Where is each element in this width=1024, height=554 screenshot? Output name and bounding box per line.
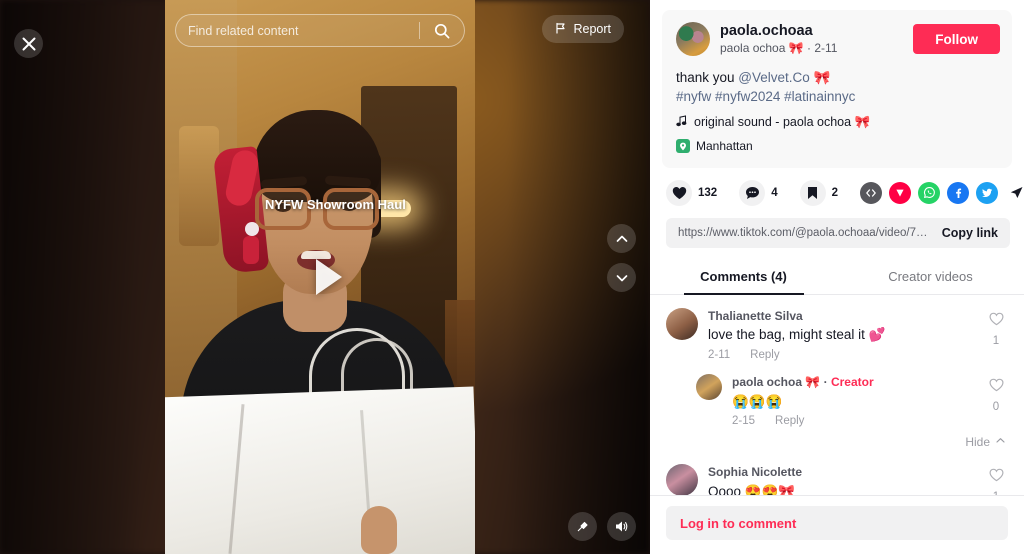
comment-like[interactable]: 0 [982,374,1010,427]
bookmark-stat[interactable]: 2 [799,179,838,206]
clear-display-icon[interactable] [568,512,597,541]
embed-icon[interactable] [860,181,882,204]
play-button[interactable] [297,249,353,305]
comment-reply-item: paola ochoa 🎀 · Creator 😭😭😭 2-15 Reply 0 [696,361,1010,427]
login-bar: Log in to comment [650,495,1024,554]
video-info-panel: paola.ochoaa paola ochoa 🎀 · 2-11 Follow… [650,0,1024,554]
next-video-button[interactable] [607,263,636,292]
tab-creator-videos[interactable]: Creator videos [837,260,1024,294]
related-search-bar[interactable] [175,14,465,47]
caption-emoji: 🎀 [809,69,831,85]
video-url-input[interactable] [678,226,932,239]
caption-hashtag-1[interactable]: #nyfw [676,89,711,104]
comment-count: 4 [771,186,778,199]
copy-link-button[interactable]: Copy link [942,226,998,240]
like-stat[interactable]: 132 [666,179,718,206]
music-row[interactable]: original sound - paola ochoa 🎀 [676,115,1000,130]
comment-like-count: 1 [993,491,999,495]
search-icon[interactable] [420,23,464,39]
comment-text: Oooo 😍😍🎀 [708,484,796,495]
author-nickname-date: paola ochoa 🎀 · 2-11 [720,41,838,56]
report-label: Report [573,22,611,36]
hide-replies-button[interactable]: Hide [666,427,1010,451]
engagement-bar: 132 4 2 [650,168,1024,206]
login-to-comment-button[interactable]: Log in to comment [666,506,1008,540]
caption-mention[interactable]: @Velvet.Co [738,70,810,85]
comment-like-count: 0 [992,400,1000,413]
comment-text: love the bag, might steal it 💕 [708,327,886,343]
search-input[interactable] [176,23,419,38]
bookmark-count: 2 [831,186,838,199]
author-meta: paola.ochoaa paola ochoa 🎀 · 2-11 [720,22,913,57]
comment-body: Sophia Nicolette Oooo 😍😍🎀 2-11 Reply [708,464,982,495]
reply-author: paola ochoa 🎀 [732,374,821,389]
facebook-icon[interactable] [947,181,969,204]
tiktok-video-modal: NYFW Showroom Haul Report [0,0,1024,554]
comment-like[interactable]: 1 [982,308,1010,361]
report-button[interactable]: Report [542,15,624,43]
previous-video-button[interactable] [607,224,636,253]
location-row[interactable]: Manhattan [676,139,753,154]
comment-meta: 2-15 Reply [732,415,982,427]
commenter-avatar[interactable] [696,373,722,400]
comment-reply-button[interactable]: Reply [750,349,779,361]
comment-like-count: 1 [992,334,1000,347]
heart-outline-icon[interactable] [988,378,1004,397]
share-icons [860,181,1024,204]
bookmark-icon[interactable] [799,179,826,206]
share-link-row: Copy link [666,217,1010,248]
comment-item: Thalianette Silva love the bag, might st… [666,295,1010,361]
volume-on-icon[interactable] [607,512,636,541]
location-pin-icon [676,139,690,154]
commenter-avatar[interactable] [666,307,698,340]
comment-item: Sophia Nicolette Oooo 😍😍🎀 2-11 Reply 1 [666,451,1010,495]
music-title: original sound - paola ochoa 🎀 [694,115,871,130]
heart-icon[interactable] [666,179,692,206]
video-caption-overlay: NYFW Showroom Haul [265,197,406,212]
commenter-avatar[interactable] [666,464,698,495]
hide-label: Hide [965,435,990,450]
author-card: paola.ochoaa paola ochoa 🎀 · 2-11 Follow… [662,10,1012,168]
panel-tabs: Comments (4) Creator videos [650,260,1024,295]
commenter-name[interactable]: Thalianette Silva [708,308,982,325]
share-arrow-icon[interactable] [1005,182,1024,204]
author-row: paola.ochoaa paola ochoa 🎀 · 2-11 Follow [676,22,1000,57]
comment-reply-button[interactable]: Reply [775,415,804,427]
like-count: 132 [698,186,718,199]
location-label: Manhattan [696,139,753,154]
caption-hashtag-3[interactable]: #latinainnyc [784,89,855,104]
creator-badge: Creator [830,374,874,389]
comment-body: Thalianette Silva love the bag, might st… [708,308,982,361]
comment-like[interactable]: 1 [982,464,1010,495]
comment-text: 😭😭😭 [732,393,783,409]
commenter-name[interactable]: Sophia Nicolette [708,464,982,481]
comment-meta: 2-11 Reply [708,349,982,361]
caption-hashtag-2[interactable]: #nyfw2024 [715,89,780,104]
video-nav-arrows [607,224,636,292]
video-stage: NYFW Showroom Haul Report [0,0,650,554]
comment-list[interactable]: Thalianette Silva love the bag, might st… [650,295,1024,495]
author-avatar[interactable] [676,22,710,57]
commenter-name[interactable]: paola ochoa 🎀 · Creator [732,374,982,391]
chevron-up-icon [995,435,1006,449]
video-caption: thank you @Velvet.Co 🎀 #nyfw #nyfw2024 #… [676,68,1000,107]
video-bottom-controls [568,512,636,541]
close-button[interactable] [14,29,43,58]
music-note-icon [676,115,687,130]
twitter-icon[interactable] [976,181,998,204]
follow-button[interactable]: Follow [913,24,1000,55]
comment-stat[interactable]: 4 [739,179,778,206]
author-username[interactable]: paola.ochoaa [720,22,913,40]
comment-date: 2-11 [708,348,731,361]
flag-icon [555,22,567,37]
pinterest-icon[interactable] [889,181,911,204]
comment-body: paola ochoa 🎀 · Creator 😭😭😭 2-15 Reply [732,374,982,427]
comment-date: 2-15 [732,415,756,428]
heart-outline-icon[interactable] [988,312,1004,331]
heart-outline-icon[interactable] [988,468,1004,487]
tab-comments[interactable]: Comments (4) [650,260,837,294]
comment-bubble-icon[interactable] [739,179,766,206]
caption-prefix: thank you [676,69,739,85]
whatsapp-icon[interactable] [918,181,940,204]
